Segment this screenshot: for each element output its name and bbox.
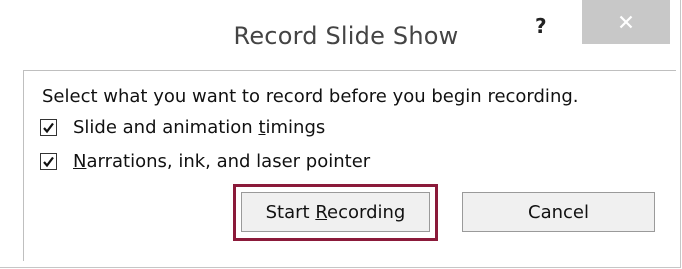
close-button[interactable] [582, 0, 670, 44]
cancel-button[interactable]: Cancel [462, 192, 655, 232]
slide-timings-label: Slide and animation timings [73, 117, 326, 138]
close-icon [619, 15, 633, 29]
start-recording-label: Start Recording [265, 201, 406, 223]
instruction-text: Select what you want to record before yo… [42, 86, 579, 107]
start-recording-button[interactable]: Start Recording [241, 192, 430, 232]
record-slide-show-dialog: Record Slide Show ? Select what you want… [0, 0, 681, 268]
checkmark-icon [43, 156, 54, 168]
checkmark-icon [43, 122, 54, 134]
option-slide-animation-timings[interactable]: Slide and animation timings [40, 117, 325, 138]
slide-timings-checkbox[interactable] [40, 119, 57, 136]
narrations-label: Narrations, ink, and laser pointer [73, 151, 371, 172]
option-narrations-ink-laser[interactable]: Narrations, ink, and laser pointer [40, 151, 370, 172]
help-button[interactable]: ? [535, 14, 547, 38]
narrations-checkbox[interactable] [40, 153, 57, 170]
dialog-title: Record Slide Show [233, 22, 459, 50]
